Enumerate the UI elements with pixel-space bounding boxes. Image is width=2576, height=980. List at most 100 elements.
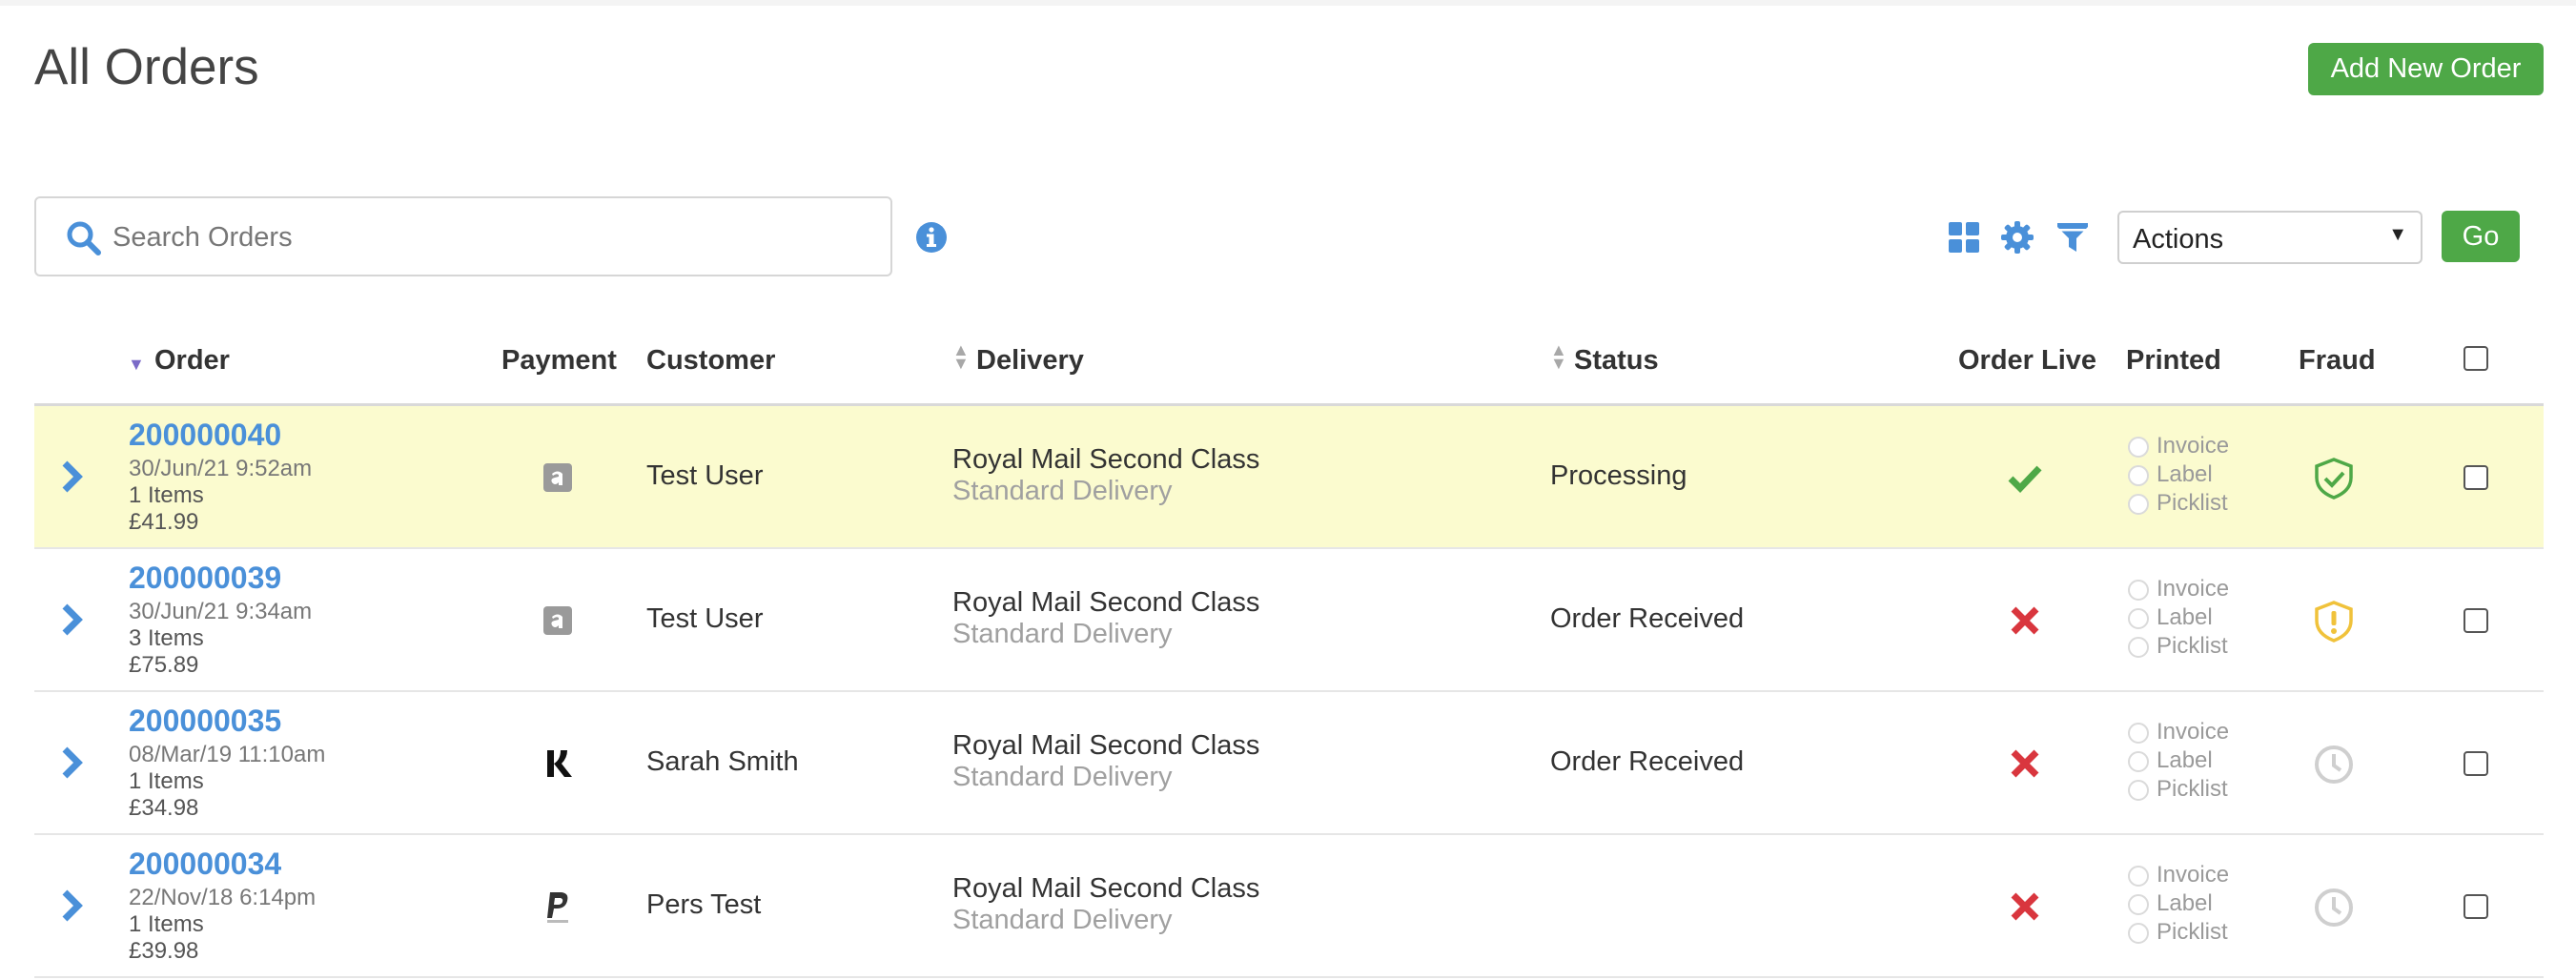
clock-icon: [2315, 888, 2353, 927]
check-icon: [2008, 465, 2042, 494]
gear-icon[interactable]: [2000, 220, 2034, 255]
actions-dropdown[interactable]: Actions ▼: [2117, 211, 2423, 264]
sort-desc-icon[interactable]: ▼: [128, 355, 145, 375]
order-id-link[interactable]: 200000040: [129, 418, 281, 453]
row-checkbox[interactable]: [2464, 465, 2488, 490]
radio-button[interactable]: [2128, 608, 2149, 629]
order-date: 22/Nov/18 6:14pm: [129, 885, 317, 910]
sort-icon[interactable]: ▲ ▼: [952, 341, 970, 372]
printed-invoice-option[interactable]: Invoice: [2128, 719, 2229, 747]
amazon-pay-icon: [543, 463, 572, 492]
order-id-link[interactable]: 200000035: [129, 704, 281, 739]
go-button[interactable]: Go: [2442, 211, 2520, 262]
chevron-down-icon: ▼: [2388, 224, 2407, 245]
header-payment: Payment: [501, 345, 617, 376]
radio-button[interactable]: [2128, 894, 2149, 915]
radio-button[interactable]: [2128, 494, 2149, 515]
printed-options: Invoice Label Picklist: [2128, 433, 2229, 519]
order-items: 1 Items: [129, 482, 204, 508]
table-row[interactable]: 200000039 30/Jun/21 9:34am 3 Items £75.8…: [34, 549, 2544, 692]
cross-icon: [2011, 892, 2039, 921]
select-all-checkbox[interactable]: [2464, 346, 2488, 371]
order-total: £39.98: [129, 938, 199, 964]
order-items: 3 Items: [129, 625, 204, 651]
cross-icon: [2011, 606, 2039, 635]
clock-icon: [2315, 745, 2353, 784]
search-box: [34, 196, 892, 276]
row-checkbox[interactable]: [2464, 894, 2488, 919]
printed-invoice-option[interactable]: Invoice: [2128, 433, 2229, 461]
radio-button[interactable]: [2128, 923, 2149, 944]
header-delivery[interactable]: Delivery: [976, 345, 1084, 377]
grid-view-icon[interactable]: [1947, 220, 1981, 255]
customer-name: Pers Test: [646, 889, 762, 920]
order-items: 1 Items: [129, 768, 204, 794]
order-id-link[interactable]: 200000039: [129, 561, 281, 596]
chevron-right-icon[interactable]: [59, 744, 86, 782]
radio-button[interactable]: [2128, 751, 2149, 772]
search-icon: [67, 221, 101, 255]
printed-invoice-label: Invoice: [2157, 433, 2230, 459]
amazon-pay-icon: [543, 606, 572, 635]
radio-button[interactable]: [2128, 637, 2149, 658]
radio-button[interactable]: [2128, 866, 2149, 887]
customer-name: Test User: [646, 603, 764, 634]
order-total: £34.98: [129, 795, 199, 821]
header-fraud: Fraud: [2299, 345, 2376, 376]
table-row[interactable]: 200000035 08/Mar/19 11:10am 1 Items £34.…: [34, 692, 2544, 835]
printed-invoice-label: Invoice: [2157, 862, 2230, 888]
printed-invoice-option[interactable]: Invoice: [2128, 576, 2229, 604]
chevron-right-icon[interactable]: [59, 601, 86, 639]
radio-button[interactable]: [2128, 465, 2149, 486]
search-input[interactable]: [112, 212, 875, 263]
radio-button[interactable]: [2128, 780, 2149, 801]
printed-invoice-label: Invoice: [2157, 719, 2230, 745]
printed-label-option[interactable]: Label: [2128, 890, 2229, 919]
radio-button[interactable]: [2128, 723, 2149, 744]
printed-picklist-option[interactable]: Picklist: [2128, 776, 2229, 805]
printed-picklist-option[interactable]: Picklist: [2128, 919, 2229, 948]
filter-icon[interactable]: [2055, 220, 2090, 255]
table-row[interactable]: 200000040 30/Jun/21 9:52am 1 Items £41.9…: [34, 406, 2544, 549]
order-status: Order Received: [1550, 746, 1745, 777]
shield-check-icon: [2315, 458, 2353, 500]
printed-options: Invoice Label Picklist: [2128, 576, 2229, 662]
header-order[interactable]: Order: [154, 345, 230, 377]
order-date: 08/Mar/19 11:10am: [129, 742, 326, 767]
printed-picklist-option[interactable]: Picklist: [2128, 490, 2229, 519]
chevron-right-icon[interactable]: [59, 887, 86, 925]
delivery-type: Standard Delivery: [952, 905, 1173, 935]
order-items: 1 Items: [129, 911, 204, 937]
cross-icon: [2011, 749, 2039, 778]
chevron-right-icon[interactable]: [59, 458, 86, 496]
printed-label-label: Label: [2157, 461, 2213, 487]
printed-invoice-option[interactable]: Invoice: [2128, 862, 2229, 890]
sort-icon[interactable]: ▲ ▼: [1550, 341, 1567, 372]
printed-picklist-label: Picklist: [2157, 919, 2228, 945]
row-checkbox[interactable]: [2464, 608, 2488, 633]
printed-label-option[interactable]: Label: [2128, 461, 2229, 490]
radio-button[interactable]: [2128, 437, 2149, 458]
order-status: Order Received: [1550, 603, 1745, 634]
customer-name: Test User: [646, 460, 764, 491]
header-order-live: Order Live: [1958, 345, 2097, 376]
printed-options: Invoice Label Picklist: [2128, 862, 2229, 948]
actions-dropdown-value: Actions: [2133, 224, 2224, 255]
printed-label-option[interactable]: Label: [2128, 747, 2229, 776]
printed-label-option[interactable]: Label: [2128, 604, 2229, 633]
order-date: 30/Jun/21 9:52am: [129, 456, 313, 481]
printed-picklist-option[interactable]: Picklist: [2128, 633, 2229, 662]
table-row[interactable]: 200000034 22/Nov/18 6:14pm 1 Items £39.9…: [34, 835, 2544, 978]
delivery-type: Standard Delivery: [952, 619, 1173, 649]
add-new-order-button[interactable]: Add New Order: [2308, 43, 2544, 95]
printed-picklist-label: Picklist: [2157, 776, 2228, 802]
info-icon[interactable]: [915, 221, 948, 254]
radio-button[interactable]: [2128, 580, 2149, 601]
delivery-method: Royal Mail Second Class: [952, 587, 1260, 618]
header-status[interactable]: Status: [1574, 345, 1659, 377]
row-checkbox[interactable]: [2464, 751, 2488, 776]
klarna-icon: [547, 750, 572, 777]
order-status: Processing: [1550, 460, 1687, 491]
delivery-type: Standard Delivery: [952, 762, 1173, 792]
order-id-link[interactable]: 200000034: [129, 847, 281, 882]
